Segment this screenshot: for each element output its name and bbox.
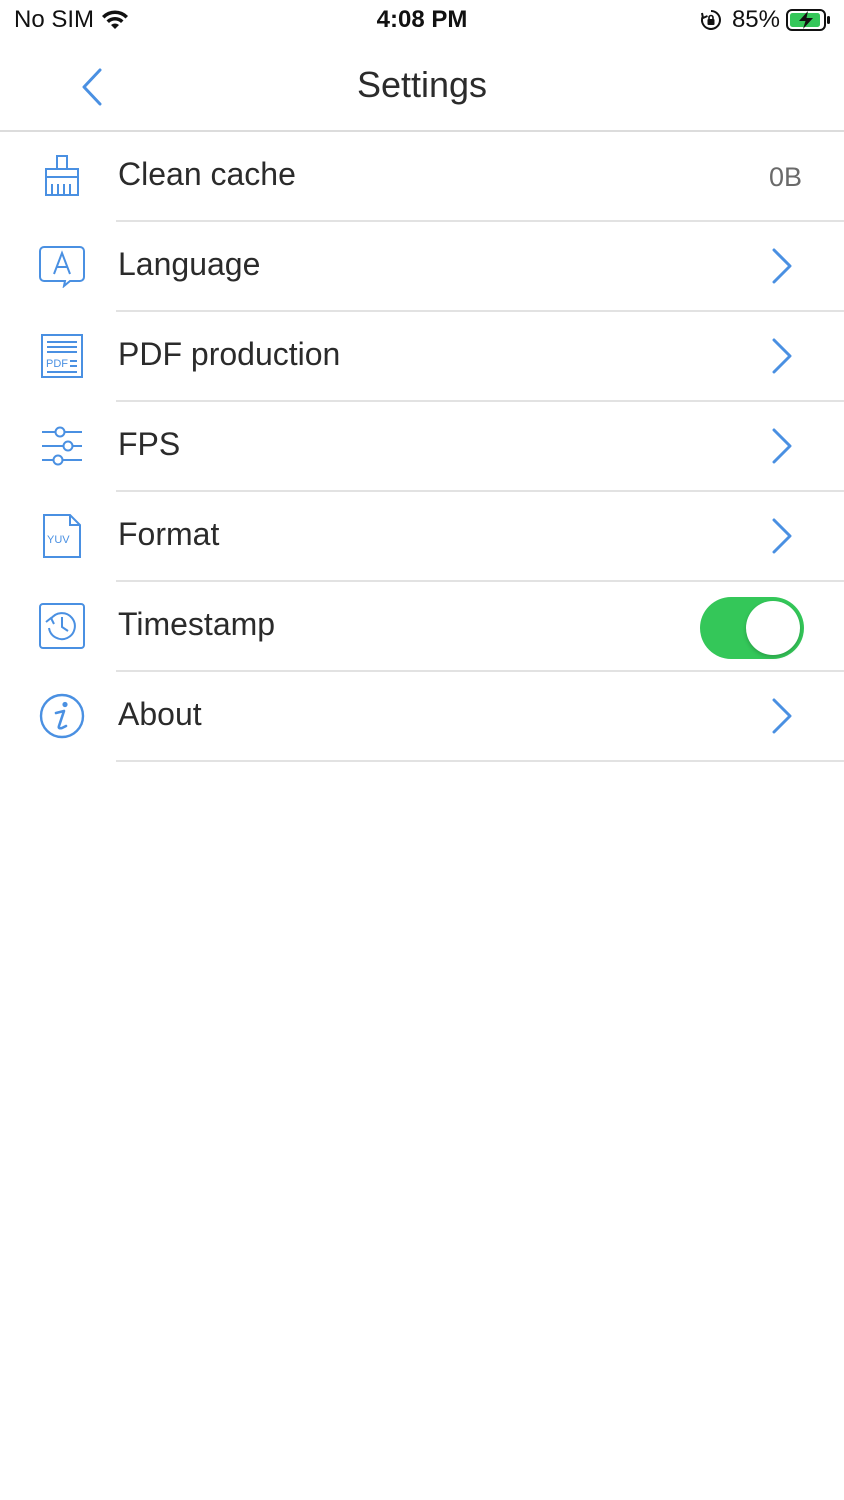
settings-item-language[interactable]: Language — [39, 222, 844, 312]
settings-item-label: PDF production — [118, 336, 341, 372]
settings-item-label: Format — [118, 516, 220, 552]
svg-text:PDF: PDF — [46, 358, 68, 370]
chevron-right-icon — [772, 698, 792, 734]
chevron-right-icon — [772, 428, 792, 464]
toggle-knob — [746, 601, 800, 655]
settings-item-timestamp: Timestamp — [39, 582, 844, 672]
chevron-right-icon — [772, 338, 792, 374]
navigation-bar: Settings — [0, 44, 844, 132]
svg-text:YUV: YUV — [47, 534, 70, 546]
page-title: Settings — [356, 64, 488, 105]
chevron-right-icon — [772, 518, 792, 554]
status-bar: No SIM 4:08 PM 85% — [0, 0, 844, 44]
status-right: 85% — [700, 6, 832, 34]
settings-item-about[interactable]: About — [39, 672, 844, 762]
settings-item-label: Timestamp — [118, 606, 276, 642]
orientation-lock-icon — [700, 10, 721, 30]
broom-icon — [36, 152, 88, 200]
battery-percent: 85% — [731, 6, 780, 33]
cache-size-value: 0B — [768, 162, 802, 192]
settings-item-label: FPS — [118, 426, 181, 462]
settings-item-clean-cache[interactable]: Clean cache 0B — [45, 132, 844, 222]
yuv-file-icon: YUV — [36, 512, 88, 560]
chevron-right-icon — [772, 248, 792, 284]
timestamp-toggle[interactable] — [700, 597, 804, 659]
settings-item-label: Clean cache — [118, 156, 296, 192]
info-icon — [36, 692, 88, 740]
settings-item-label: About — [118, 696, 202, 732]
language-icon — [36, 242, 88, 290]
settings-item-label: Language — [118, 246, 261, 282]
history-icon — [36, 602, 88, 650]
sliders-icon — [36, 422, 88, 470]
settings-list: Clean cache 0B Language PDF PDF producti… — [0, 132, 844, 762]
settings-item-fps[interactable]: FPS — [42, 402, 844, 492]
battery-charging-icon — [786, 9, 830, 31]
settings-item-pdf-production[interactable]: PDF PDF production — [41, 312, 844, 402]
pdf-icon: PDF — [36, 332, 88, 380]
settings-item-format[interactable]: YUV Format — [43, 492, 844, 582]
